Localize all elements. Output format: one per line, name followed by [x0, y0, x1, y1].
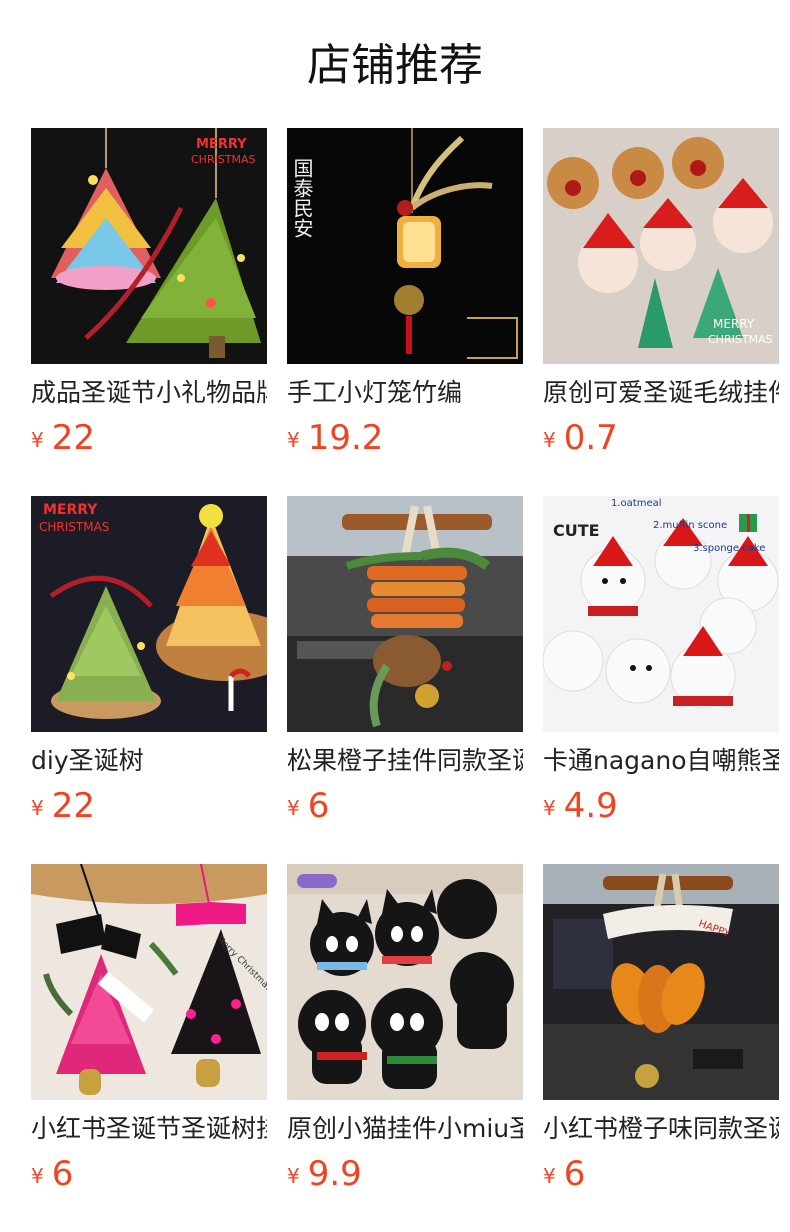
currency-symbol: ¥: [31, 1164, 44, 1188]
image-caption: CHRISTMAS: [708, 333, 773, 346]
currency-symbol: ¥: [287, 796, 300, 820]
product-card[interactable]: 国泰民安 手工小灯笼竹编 ¥19.2: [287, 128, 523, 468]
product-name: 小红书圣诞节圣诞树挂件: [31, 1114, 267, 1143]
product-price: ¥9.9: [287, 1154, 362, 1194]
product-price: ¥6: [31, 1154, 73, 1194]
product-card[interactable]: MERRY CHRISTMAS 原创可爱圣诞毛绒挂件 ¥0.7: [543, 128, 779, 468]
product-price: ¥22: [31, 418, 95, 458]
product-price: ¥22: [31, 786, 95, 826]
price-value: 9.9: [307, 1154, 362, 1194]
price-value: 4.9: [563, 786, 618, 826]
image-caption: CHRISTMAS: [39, 520, 109, 534]
image-caption: CUTE: [553, 521, 600, 540]
product-image[interactable]: MERRY CHRISTMAS: [31, 128, 267, 364]
product-price: ¥6: [287, 786, 329, 826]
product-name: 小红书橙子味同款圣诞: [543, 1114, 779, 1143]
currency-symbol: ¥: [543, 1164, 556, 1188]
price-value: 0.7: [563, 418, 618, 458]
product-name: 成品圣诞节小礼物品牌: [31, 378, 267, 407]
currency-symbol: ¥: [287, 428, 300, 452]
page-title: 店铺推荐: [307, 40, 483, 91]
product-name: 手工小灯笼竹编: [287, 378, 463, 407]
product-price: ¥6: [543, 1154, 585, 1194]
product-card[interactable]: 原创小猫挂件小miu圣诞 ¥9.9: [287, 864, 523, 1204]
currency-symbol: ¥: [31, 428, 44, 452]
image-caption: 国泰民安: [290, 158, 314, 238]
price-value: 6: [51, 1154, 74, 1194]
image-caption: CHRISTMAS: [191, 153, 256, 166]
image-caption: MERRY: [43, 502, 98, 518]
product-name: diy圣诞树: [31, 746, 144, 775]
image-caption: MERRY: [196, 137, 247, 152]
currency-symbol: ¥: [31, 796, 44, 820]
currency-symbol: ¥: [543, 796, 556, 820]
image-caption: 2.muffin scone: [653, 520, 727, 531]
product-image[interactable]: CUTE 1.oatmeal 2.muffin scone 3.sponge c…: [543, 496, 779, 732]
price-value: 22: [51, 418, 95, 458]
product-card[interactable]: HAPPY 小红书橙子味同款圣诞 ¥6: [543, 864, 779, 1204]
image-caption: MERRY: [713, 317, 755, 331]
product-card[interactable]: 松果橙子挂件同款圣诞 ¥6: [287, 496, 523, 836]
product-name: 卡通nagano自嘲熊圣诞: [543, 746, 779, 775]
currency-symbol: ¥: [543, 428, 556, 452]
product-image[interactable]: MERRY CHRISTMAS: [543, 128, 779, 364]
product-image[interactable]: HAPPY: [543, 864, 779, 1100]
product-name: 松果橙子挂件同款圣诞: [287, 746, 523, 775]
product-name: 原创可爱圣诞毛绒挂件: [543, 378, 779, 407]
price-value: 22: [51, 786, 95, 826]
product-image[interactable]: Merry Christmas: [31, 864, 267, 1100]
product-price: ¥4.9: [543, 786, 618, 826]
currency-symbol: ¥: [287, 1164, 300, 1188]
product-card[interactable]: MERRY CHRISTMAS diy圣诞树 ¥22: [31, 496, 267, 836]
image-caption: 3.sponge cake: [693, 543, 765, 554]
product-image[interactable]: [287, 864, 523, 1100]
product-card[interactable]: CUTE 1.oatmeal 2.muffin scone 3.sponge c…: [543, 496, 779, 836]
product-price: ¥0.7: [543, 418, 618, 458]
product-image[interactable]: [287, 496, 523, 732]
image-caption: 1.oatmeal: [611, 498, 662, 509]
product-name: 原创小猫挂件小miu圣诞: [287, 1114, 523, 1143]
product-image[interactable]: 国泰民安: [287, 128, 523, 364]
product-price: ¥19.2: [287, 418, 383, 458]
product-card[interactable]: Merry Christmas 小红书圣诞节圣诞树挂件 ¥6: [31, 864, 267, 1204]
price-value: 19.2: [307, 418, 384, 458]
product-card[interactable]: MERRY CHRISTMAS 成品圣诞节小礼物品牌 ¥22: [31, 128, 267, 468]
product-image[interactable]: MERRY CHRISTMAS: [31, 496, 267, 732]
price-value: 6: [307, 786, 330, 826]
price-value: 6: [563, 1154, 586, 1194]
